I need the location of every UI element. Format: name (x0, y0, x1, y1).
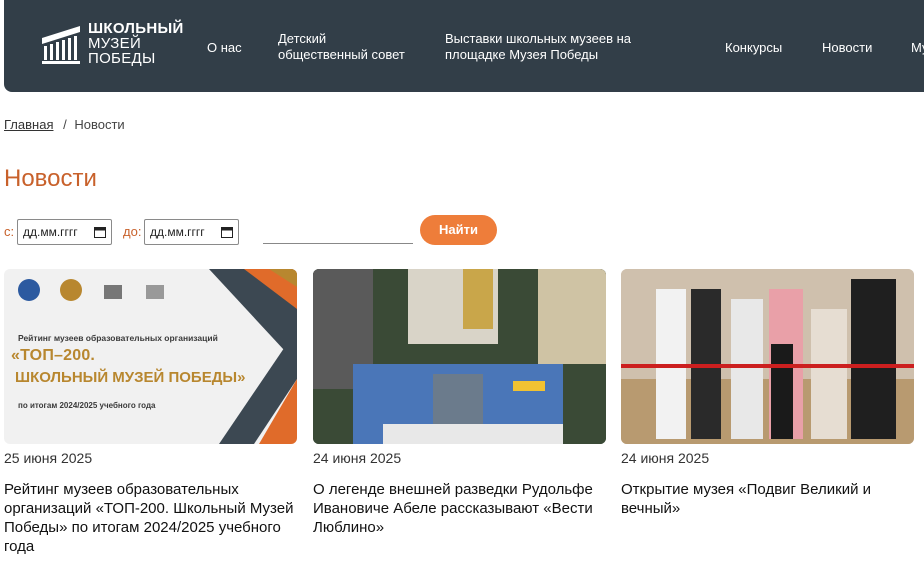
breadcrumb-home-link[interactable]: Главная (4, 117, 53, 132)
news-image[interactable] (621, 269, 914, 444)
news-title[interactable]: О легенде внешней разведки Рудольфе Иван… (313, 480, 606, 537)
news-date: 24 июня 2025 (621, 450, 710, 466)
ministry-emblem-icon (60, 279, 82, 301)
breadcrumb-separator: / (63, 117, 67, 132)
image-footer: по итогам 2024/2025 учебного года (18, 401, 156, 410)
calendar-icon[interactable] (94, 226, 106, 238)
nav-item-children-council[interactable]: Детский общественный совет (278, 31, 418, 63)
news-title[interactable]: Открытие музея «Подвиг Великий и вечный» (621, 480, 914, 518)
news-image[interactable]: Рейтинг музеев образовательных организац… (4, 269, 297, 444)
news-date: 24 июня 2025 (313, 450, 402, 466)
ministry-emblem-icon (18, 279, 40, 301)
partner-logos (16, 277, 168, 303)
news-photo-opening (621, 269, 914, 444)
nav-item-exhibitions[interactable]: Выставки школьных музеев на площадке Муз… (445, 31, 655, 63)
site-logo[interactable]: ШКОЛЬНЫЙ МУЗЕЙ ПОБЕДЫ (40, 20, 184, 66)
image-subtitle: Рейтинг музеев образовательных организац… (18, 333, 218, 343)
date-from-label: с: (4, 224, 15, 239)
news-card[interactable]: Рейтинг музеев образовательных организац… (4, 269, 297, 556)
date-to-label: до: (123, 224, 142, 239)
find-button[interactable]: Найти (420, 215, 497, 245)
date-to-placeholder: дд.мм.гггг (150, 225, 205, 239)
nav-item-news[interactable]: Новости (822, 40, 872, 56)
news-image[interactable] (313, 269, 606, 444)
logo-text: ШКОЛЬНЫЙ МУЗЕЙ ПОБЕДЫ (88, 19, 184, 67)
museum-logo-icon (42, 26, 80, 64)
nav-item-contests[interactable]: Конкурсы (725, 40, 782, 56)
news-title[interactable]: Рейтинг музеев образовательных организац… (4, 480, 297, 556)
museum-logo-icon (146, 285, 164, 299)
news-card[interactable]: 24 июня 2025 О легенде внешней разведки … (313, 269, 606, 537)
date-to-input[interactable]: дд.мм.гггг (144, 219, 239, 245)
news-photo-books (313, 269, 606, 444)
image-headline: «ТОП–200. (11, 347, 96, 364)
news-card[interactable]: 24 июня 2025 Открытие музея «Подвиг Вели… (621, 269, 914, 518)
image-headline: ШКОЛЬНЫЙ МУЗЕЙ ПОБЕДЫ» (15, 369, 246, 386)
nav-item-truncated[interactable]: Му (911, 40, 924, 56)
search-input[interactable] (263, 220, 413, 244)
date-from-input[interactable]: дд.мм.гггг (17, 219, 112, 245)
date-from-placeholder: дд.мм.гггг (23, 225, 78, 239)
breadcrumb: Главная / Новости (4, 117, 125, 132)
news-date: 25 июня 2025 (4, 450, 93, 466)
museum-logo-icon (104, 285, 122, 299)
calendar-icon[interactable] (221, 226, 233, 238)
nav-item-about[interactable]: О нас (207, 40, 242, 56)
page-title: Новости (4, 165, 97, 192)
breadcrumb-current: Новости (74, 117, 125, 132)
site-header: ШКОЛЬНЫЙ МУЗЕЙ ПОБЕДЫ О нас Детский обще… (4, 0, 924, 92)
